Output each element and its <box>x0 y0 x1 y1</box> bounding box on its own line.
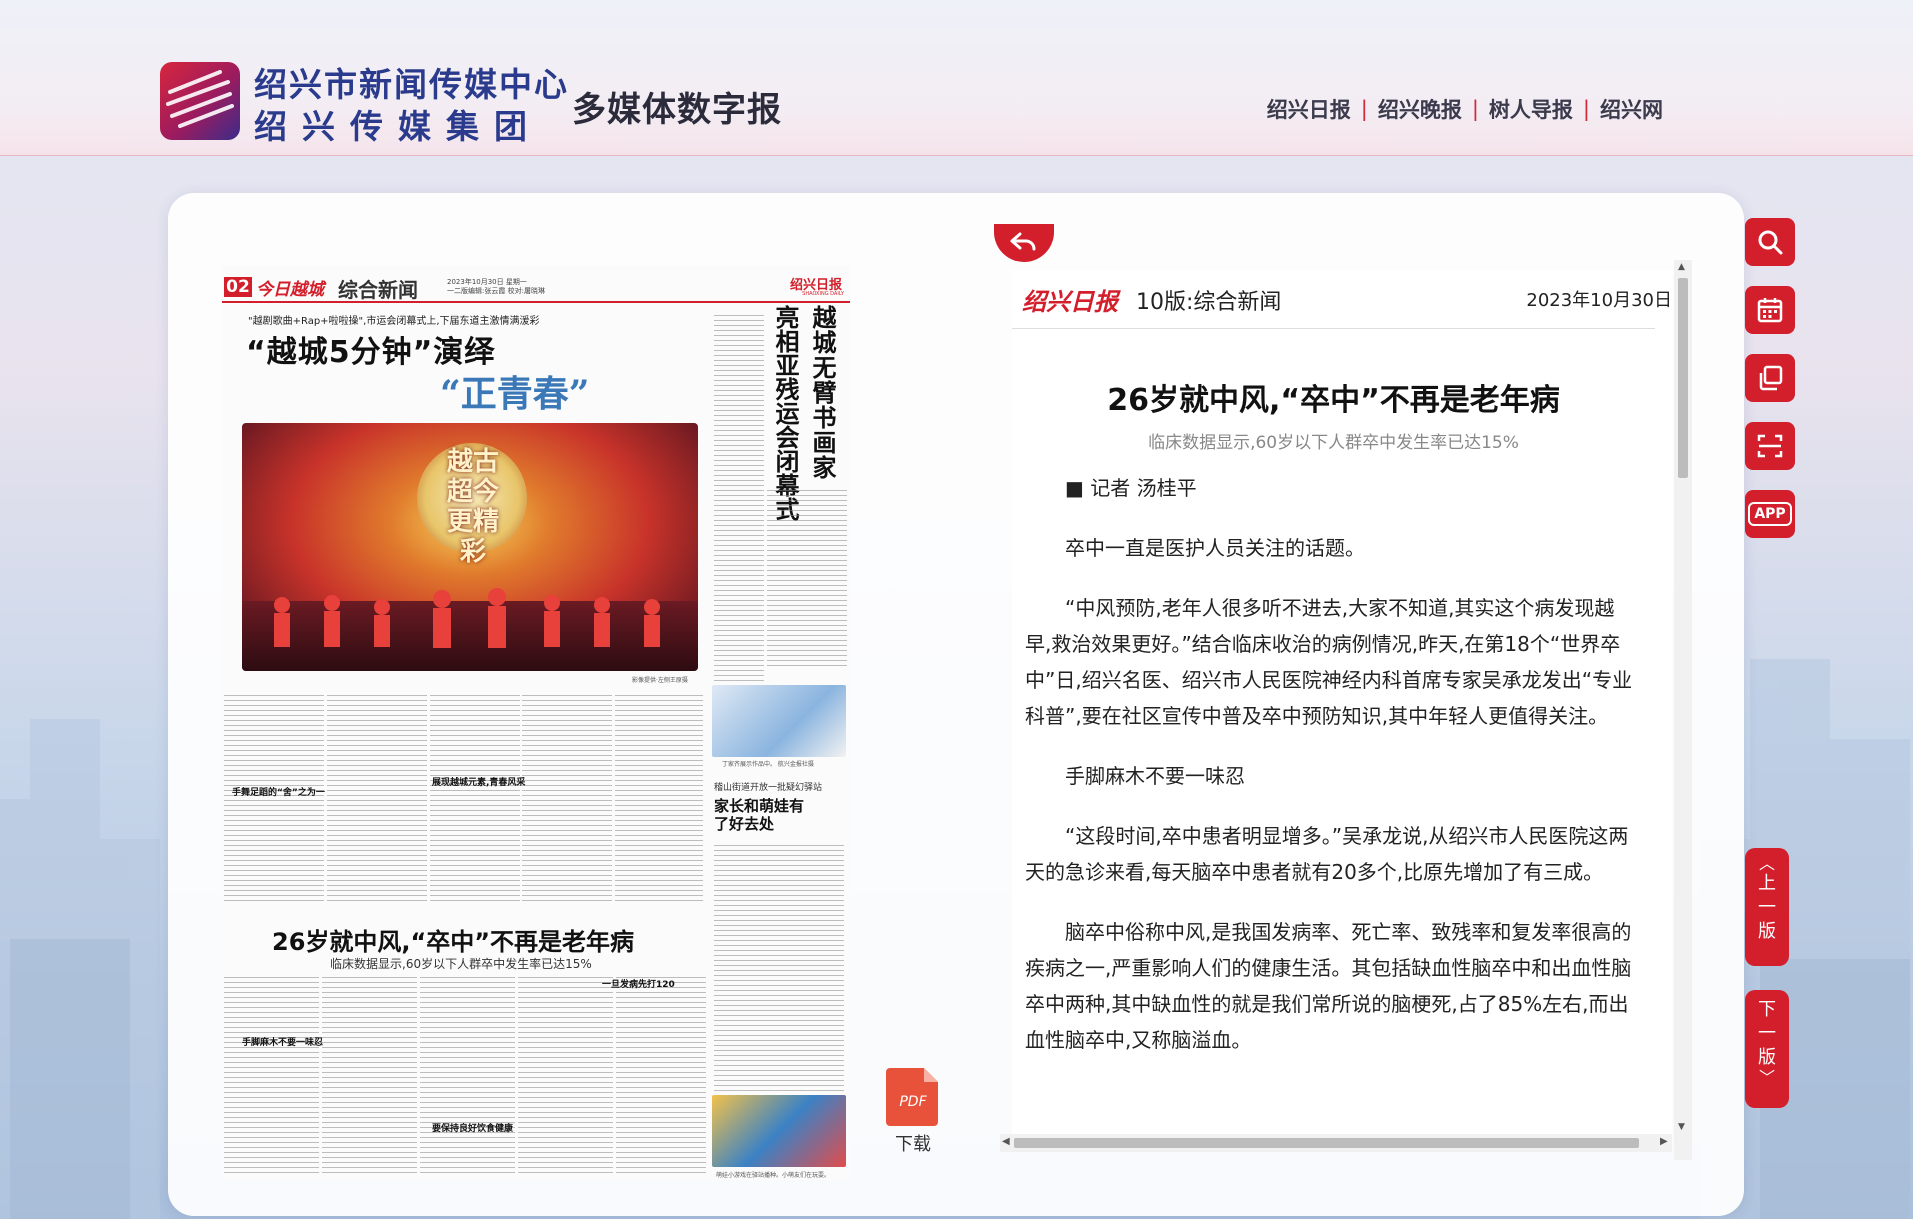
article-vertical-scrollbar[interactable]: ▲ ▼ <box>1674 260 1692 1160</box>
article-body: ■ 记者 汤桂平 卒中一直是医护人员关注的话题。 “中风预防,老年人很多听不进去… <box>1025 470 1635 1082</box>
scan-icon <box>1757 434 1783 458</box>
page-kicker: 今日越城 <box>256 280 324 300</box>
story3-headline[interactable]: 家长和萌娃有了好去处 <box>714 797 804 833</box>
story1-text-col3 <box>430 695 520 905</box>
page-number: 02 <box>224 277 252 297</box>
prev-page-button[interactable]: ︿ 上 一 版 <box>1745 848 1789 966</box>
side-photo-2-caption: 萌娃小游戏在驿站播种。小萌友们在玩耍。 <box>716 1172 831 1179</box>
article-date: 2023年10月30日 <box>1526 290 1672 311</box>
story4-subhead: 手脚麻木不要一味忍 <box>242 1038 324 1048</box>
vertical-scroll-thumb[interactable] <box>1678 278 1688 478</box>
pdf-icon: PDF <box>886 1068 938 1126</box>
page-paper-brand-en: SHAOXING DAILY <box>802 291 844 297</box>
story2-headline-a[interactable]: 越城无臂书画家 <box>802 305 842 480</box>
pdf-download-button[interactable]: PDF <box>886 1064 941 1126</box>
story4-subtitle[interactable]: 临床数据显示,60岁以下人群卒中发生率已达15% <box>330 955 592 972</box>
story4-text-col5 <box>616 977 706 1177</box>
article-edition: 10版:综合新闻 <box>1136 290 1282 315</box>
app-download-button[interactable]: APP <box>1745 490 1795 538</box>
scan-button[interactable] <box>1745 422 1795 470</box>
article-title: 26岁就中风,“卒中”不再是老年病 <box>1107 383 1560 418</box>
article-reader: 绍兴日报 10版:综合新闻 2023年10月30日 26岁就中风,“卒中”不再是… <box>1012 270 1672 1150</box>
article-byline: ■ 记者 汤桂平 <box>1065 476 1197 500</box>
story3-kicker: 稽山街道开放一批疑幻驿站 <box>714 783 823 793</box>
story4-subhead-2: 一旦发病先打120 <box>602 980 675 990</box>
article-paper-brand: 绍兴日报 <box>1022 287 1118 316</box>
story1-text-col2 <box>327 695 427 905</box>
story1-text-col5 <box>615 695 703 905</box>
page-section: 综合新闻 <box>338 278 418 302</box>
story4-text-col3 <box>420 977 515 1177</box>
back-arrow-icon <box>1010 232 1036 251</box>
story4-text-col2 <box>322 977 417 1177</box>
scroll-down-arrow-icon[interactable]: ▼ <box>1678 1122 1685 1132</box>
article-header-rule <box>1012 328 1655 329</box>
article-paragraph: 卒中一直是医护人员关注的话题。 <box>1065 536 1365 560</box>
article-paragraph: 脑卒中俗称中风,是我国发病率、死亡率、致残率和复发率很高的疾病之一,严重影响人们… <box>1025 920 1632 1052</box>
horizontal-scroll-thumb[interactable] <box>1014 1138 1639 1148</box>
org-name-secondary: 绍兴传媒集团 <box>254 107 542 146</box>
svg-text:PDF: PDF <box>899 1094 927 1110</box>
story1-photo[interactable]: 越古超今更精彩 <box>242 423 698 671</box>
pdf-download-label[interactable]: 下载 <box>895 1130 931 1156</box>
story1-subhead: 手舞足蹈的“舍”之为一 <box>232 788 325 798</box>
link-separator: | <box>1582 97 1590 121</box>
photo-banner-text: 越古超今更精彩 <box>446 447 499 567</box>
photo-credit: 影像提供·左侧王原摄 <box>632 677 688 684</box>
search-button[interactable] <box>1745 218 1795 266</box>
link-separator: | <box>1360 97 1368 121</box>
copy-button[interactable] <box>1745 354 1795 402</box>
partner-links: 绍兴日报 | 绍兴晚报 | 树人导报 | 绍兴网 <box>1267 94 1663 124</box>
side-photo-1-caption: 丁家齐展示作品中。 航兴金报社摄 <box>722 761 814 768</box>
article-subheading: 手脚麻木不要一味忍 <box>1065 764 1245 788</box>
story2-text-b <box>767 490 847 670</box>
next-page-button[interactable]: 下 一 版 ﹀ <box>1745 990 1789 1108</box>
page-edition-info: 2023年10月30日 星期一 一二版编辑:张云霞 校对:屠晓琳 <box>447 278 545 295</box>
prev-page-label-3: 版 <box>1758 921 1776 942</box>
photo-performers <box>274 588 660 648</box>
chevron-up-icon: ︿ <box>1758 854 1775 873</box>
story1-headline-b[interactable]: “正青春” <box>440 365 589 417</box>
link-shuren-daobao[interactable]: 树人导报 <box>1489 94 1573 124</box>
app-icon: APP <box>1748 502 1792 526</box>
chevron-down-icon: ﹀ <box>1758 1068 1775 1087</box>
next-page-label-3: 版 <box>1758 1047 1776 1068</box>
calendar-button[interactable] <box>1745 286 1795 334</box>
scroll-right-arrow-icon[interactable]: ▶ <box>1660 1136 1668 1147</box>
story2-headline-b[interactable]: 亮相亚残运会闭幕式 <box>770 305 800 521</box>
next-page-label-1: 下 <box>1758 999 1776 1020</box>
side-photo-2[interactable] <box>712 1095 846 1167</box>
next-page-label-2: 一 <box>1758 1023 1776 1044</box>
story4-subhead-3: 要保持良好饮食健康 <box>432 1124 514 1134</box>
story4-text-col1 <box>224 977 319 1177</box>
link-shaoxing-daily[interactable]: 绍兴日报 <box>1267 94 1351 124</box>
story1-kicker[interactable]: "越剧歌曲+Rap+啦啦操",市运会闭幕式上,下届东道主激情满湲彩 <box>248 312 540 327</box>
story1-subhead-2: 展现越城元素,青春风采 <box>432 778 526 788</box>
search-icon <box>1758 230 1783 255</box>
link-shaoxing-net[interactable]: 绍兴网 <box>1600 94 1663 124</box>
article-paragraph: “中风预防,老年人很多听不进去,大家不知道,其实这个病发现越早,救治效果更好。”… <box>1025 596 1633 728</box>
prev-page-label-1: 上 <box>1758 873 1776 894</box>
media-group-logo[interactable] <box>160 62 240 140</box>
article-subtitle: 临床数据显示,60岁以下人群卒中发生率已达15% <box>1148 433 1519 453</box>
scroll-left-arrow-icon[interactable]: ◀ <box>1002 1136 1010 1147</box>
org-name-primary: 绍兴市新闻传媒中心 <box>254 65 569 104</box>
article-paragraph: “这段时间,卒中患者明显增多。”吴承龙说,从绍兴市人民医院这两天的急诊来看,每天… <box>1025 824 1629 884</box>
story1-text-col1 <box>224 695 324 905</box>
article-horizontal-scrollbar[interactable]: ◀ ▶ <box>1000 1134 1672 1152</box>
link-separator: | <box>1471 97 1479 121</box>
side-photo-1[interactable] <box>712 685 846 757</box>
story4-headline[interactable]: 26岁就中风,“卒中”不再是老年病 <box>272 922 634 957</box>
link-shaoxing-evening[interactable]: 绍兴晚报 <box>1378 94 1462 124</box>
story1-text-col4 <box>522 695 612 905</box>
story4-text-col4 <box>518 977 613 1177</box>
calendar-icon <box>1757 298 1783 323</box>
prev-page-label-2: 一 <box>1758 897 1776 918</box>
page-header-rule <box>222 301 850 303</box>
newspaper-page-image[interactable]: 02 今日越城 综合新闻 2023年10月30日 星期一 一二版编辑:张云霞 校… <box>222 265 850 1180</box>
site-title: 多媒体数字报 <box>572 90 782 130</box>
copy-icon <box>1759 365 1783 391</box>
scroll-up-arrow-icon[interactable]: ▲ <box>1678 262 1685 272</box>
